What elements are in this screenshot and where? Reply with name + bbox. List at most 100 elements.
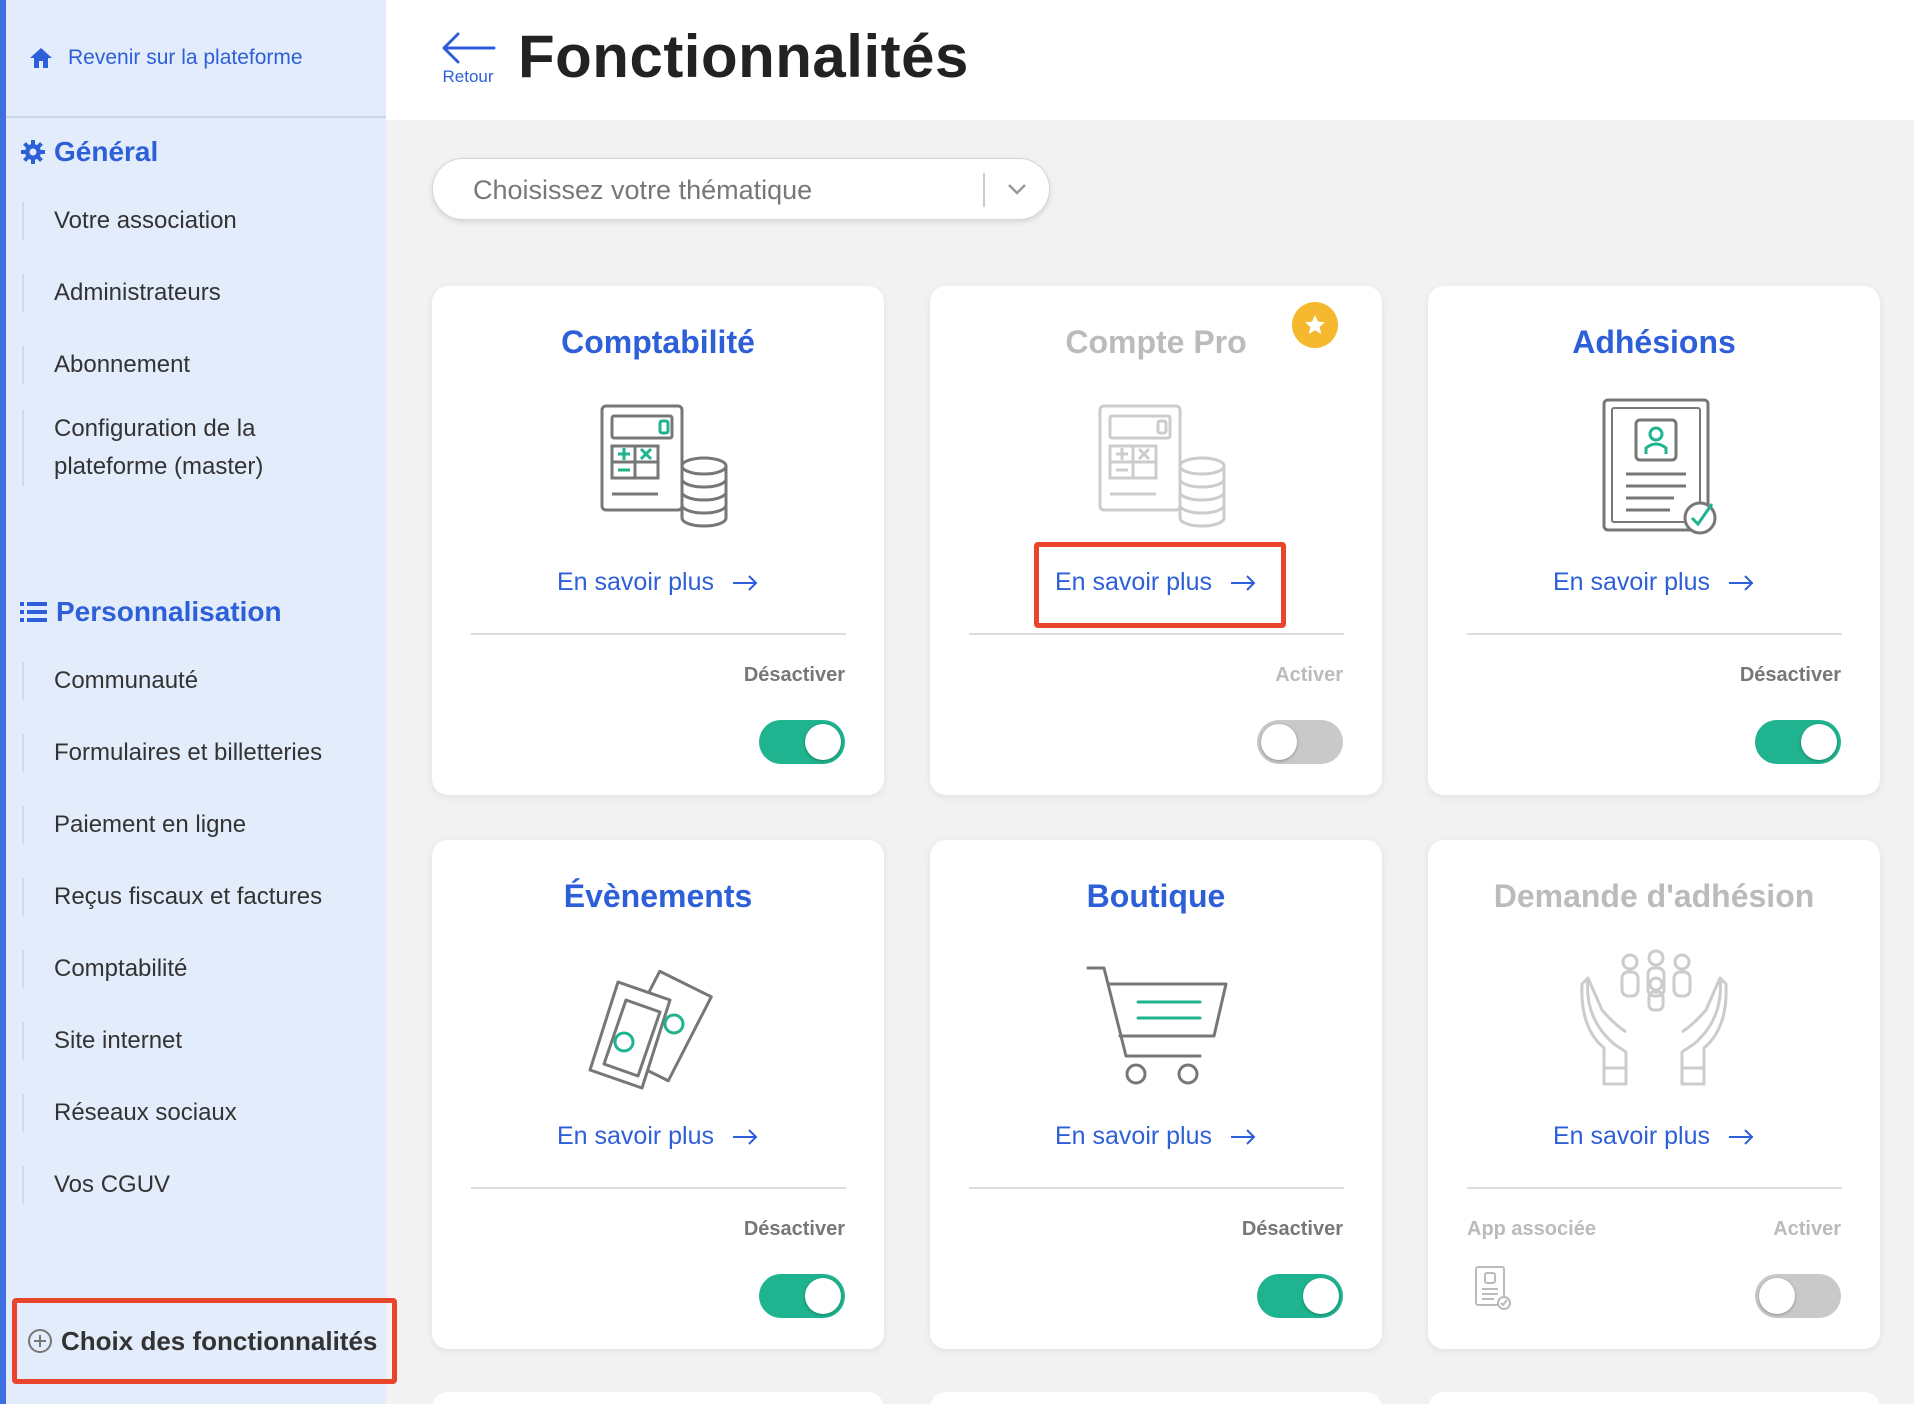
sidebar-item-label: Formulaires et billetteries — [54, 739, 323, 766]
linked-app-icon[interactable] — [1474, 1265, 1512, 1311]
card-title: Compte Pro — [1065, 324, 1247, 360]
back-button-label: Retour — [442, 67, 494, 86]
sidebar-item-label: Reçus fiscaux et factures — [54, 883, 323, 910]
sidebar-item-recus[interactable]: Reçus fiscaux et factures — [22, 878, 362, 916]
sidebar-item-comptabilite[interactable]: Comptabilité — [22, 950, 362, 988]
shopping-cart-icon — [1086, 966, 1228, 1085]
sidebar-item-votre-association[interactable]: Votre association — [22, 202, 362, 240]
back-to-platform-link[interactable]: Revenir sur la plateforme — [6, 0, 386, 118]
card-divider — [1467, 633, 1842, 635]
sidebar-item-label: Communauté — [54, 667, 199, 694]
sidebar-item-label: Vos CGUV — [54, 1171, 171, 1198]
feature-card-partial — [432, 1392, 884, 1404]
sidebar-item-paiement[interactable]: Paiement en ligne — [22, 806, 362, 844]
arrow-left-icon — [442, 32, 496, 64]
arrow-right-icon — [732, 575, 758, 592]
learn-more-link[interactable]: En savoir plus — [930, 1122, 1382, 1151]
learn-more-label: En savoir plus — [557, 568, 715, 596]
plus-circle-icon — [28, 1329, 52, 1353]
arrow-right-icon — [1230, 1129, 1256, 1146]
toggle-state-label: Désactiver — [1739, 664, 1841, 686]
section-personnalisation-title: Personnalisation — [20, 596, 282, 628]
select-separator — [983, 173, 985, 207]
learn-more-label: En savoir plus — [1055, 1122, 1213, 1150]
learn-more-label: En savoir plus — [557, 1122, 715, 1150]
calculator-coins-icon — [1098, 404, 1226, 528]
learn-more-label: En savoir plus — [1553, 1122, 1711, 1150]
sidebar-item-label: Paiement en ligne — [54, 811, 247, 838]
sidebar-item-administrateurs[interactable]: Administrateurs — [22, 274, 362, 312]
section-personnalisation-label: Personnalisation — [56, 596, 282, 627]
theme-select-placeholder: Choisissez votre thématique — [473, 175, 813, 205]
sidebar-item-abonnement[interactable]: Abonnement — [22, 346, 362, 384]
section-general-label: Général — [54, 136, 159, 167]
home-icon — [30, 48, 52, 68]
toggle-state-label: Activer — [1275, 664, 1343, 686]
sidebar-item-formulaires[interactable]: Formulaires et billetteries — [22, 734, 362, 772]
sidebar-item-configuration[interactable]: Configuration de la plateforme (master) — [22, 410, 362, 486]
card-title: Comptabilité — [561, 324, 755, 360]
toggle-knob — [1801, 724, 1837, 760]
list-icon — [20, 602, 47, 622]
card-title: Évènements — [563, 878, 753, 914]
feature-toggle[interactable] — [759, 720, 845, 764]
sidebar-item-cguv[interactable]: Vos CGUV — [22, 1166, 362, 1204]
feature-card-evenements: Évènements En savoir plus Désactiver — [432, 840, 884, 1349]
sidebar: Revenir sur la plateforme Général Votre … — [0, 0, 397, 1404]
learn-more-highlight-box — [1034, 542, 1286, 628]
tickets-icon — [588, 969, 713, 1090]
sidebar-item-reseaux-sociaux[interactable]: Réseaux sociaux — [22, 1094, 362, 1132]
toggle-state-label: Désactiver — [1241, 1218, 1343, 1240]
arrow-right-icon — [1728, 575, 1754, 592]
learn-more-link[interactable]: En savoir plus — [432, 1122, 884, 1151]
page-title: Fonctionnalités — [518, 23, 969, 90]
card-divider — [969, 633, 1344, 635]
toggle-state-label: Activer — [1773, 1218, 1841, 1240]
sidebar-item-site-internet[interactable]: Site internet — [22, 1022, 362, 1060]
card-divider — [471, 1187, 846, 1189]
linked-app-label: App associée — [1467, 1218, 1596, 1240]
learn-more-link[interactable]: En savoir plus — [432, 568, 884, 597]
arrow-right-icon — [1728, 1129, 1754, 1146]
card-divider — [969, 1187, 1344, 1189]
feature-card-demande-adhesion: Demande d'adhésion En savoir plus App as… — [1428, 840, 1880, 1349]
chevron-down-icon[interactable] — [1005, 179, 1029, 199]
toggle-knob — [805, 1278, 841, 1314]
feature-card-adhesions: Adhésions En savoir plus Désactiver — [1428, 286, 1880, 795]
arrow-right-icon — [732, 1129, 758, 1146]
back-to-platform-label: Revenir sur la plateforme — [68, 46, 303, 69]
learn-more-link[interactable]: En savoir plus — [1428, 568, 1880, 597]
sidebar-item-communaute[interactable]: Communauté — [22, 662, 362, 700]
hands-people-icon — [1580, 949, 1728, 1086]
feature-toggle[interactable] — [759, 1274, 845, 1318]
toggle-knob — [805, 724, 841, 760]
sidebar-item-label-line2: plateforme (master) — [54, 453, 264, 480]
sidebar-item-label: Abonnement — [54, 351, 191, 378]
sidebar-item-label: Comptabilité — [54, 955, 188, 982]
feature-card-comptabilite: Comptabilité En savoir plus Désactiver — [432, 286, 884, 795]
card-divider — [471, 633, 846, 635]
back-button[interactable]: Retour — [438, 30, 498, 87]
sidebar-item-label-line1: Configuration de la — [54, 415, 256, 442]
feature-card-partial — [930, 1392, 1382, 1404]
card-divider — [1467, 1187, 1842, 1189]
feature-toggle[interactable] — [1755, 720, 1841, 764]
feature-toggle[interactable] — [1257, 720, 1343, 764]
sidebar-item-label: Réseaux sociaux — [54, 1099, 237, 1126]
toggle-state-label: Désactiver — [743, 1218, 845, 1240]
feature-card-compte-pro: Compte Pro En savoir plus Activer — [930, 286, 1382, 795]
gear-icon — [21, 140, 45, 164]
learn-more-label: En savoir plus — [1553, 568, 1711, 596]
learn-more-link[interactable]: En savoir plus — [1428, 1122, 1880, 1151]
section-general-title: Général — [20, 136, 158, 168]
sidebar-item-label: Administrateurs — [54, 279, 221, 306]
feature-card-boutique: Boutique En savoir plus Désactiver — [930, 840, 1382, 1349]
feature-choice-button[interactable]: Choix des fonctionnalités — [12, 1298, 397, 1384]
theme-select[interactable]: Choisissez votre thématique — [432, 158, 1050, 220]
sidebar-item-label: Votre association — [54, 207, 237, 234]
toggle-knob — [1303, 1278, 1339, 1314]
sidebar-accent-edge — [0, 0, 6, 1404]
card-title: Demande d'adhésion — [1493, 878, 1815, 914]
feature-toggle[interactable] — [1257, 1274, 1343, 1318]
feature-toggle[interactable] — [1755, 1274, 1841, 1318]
